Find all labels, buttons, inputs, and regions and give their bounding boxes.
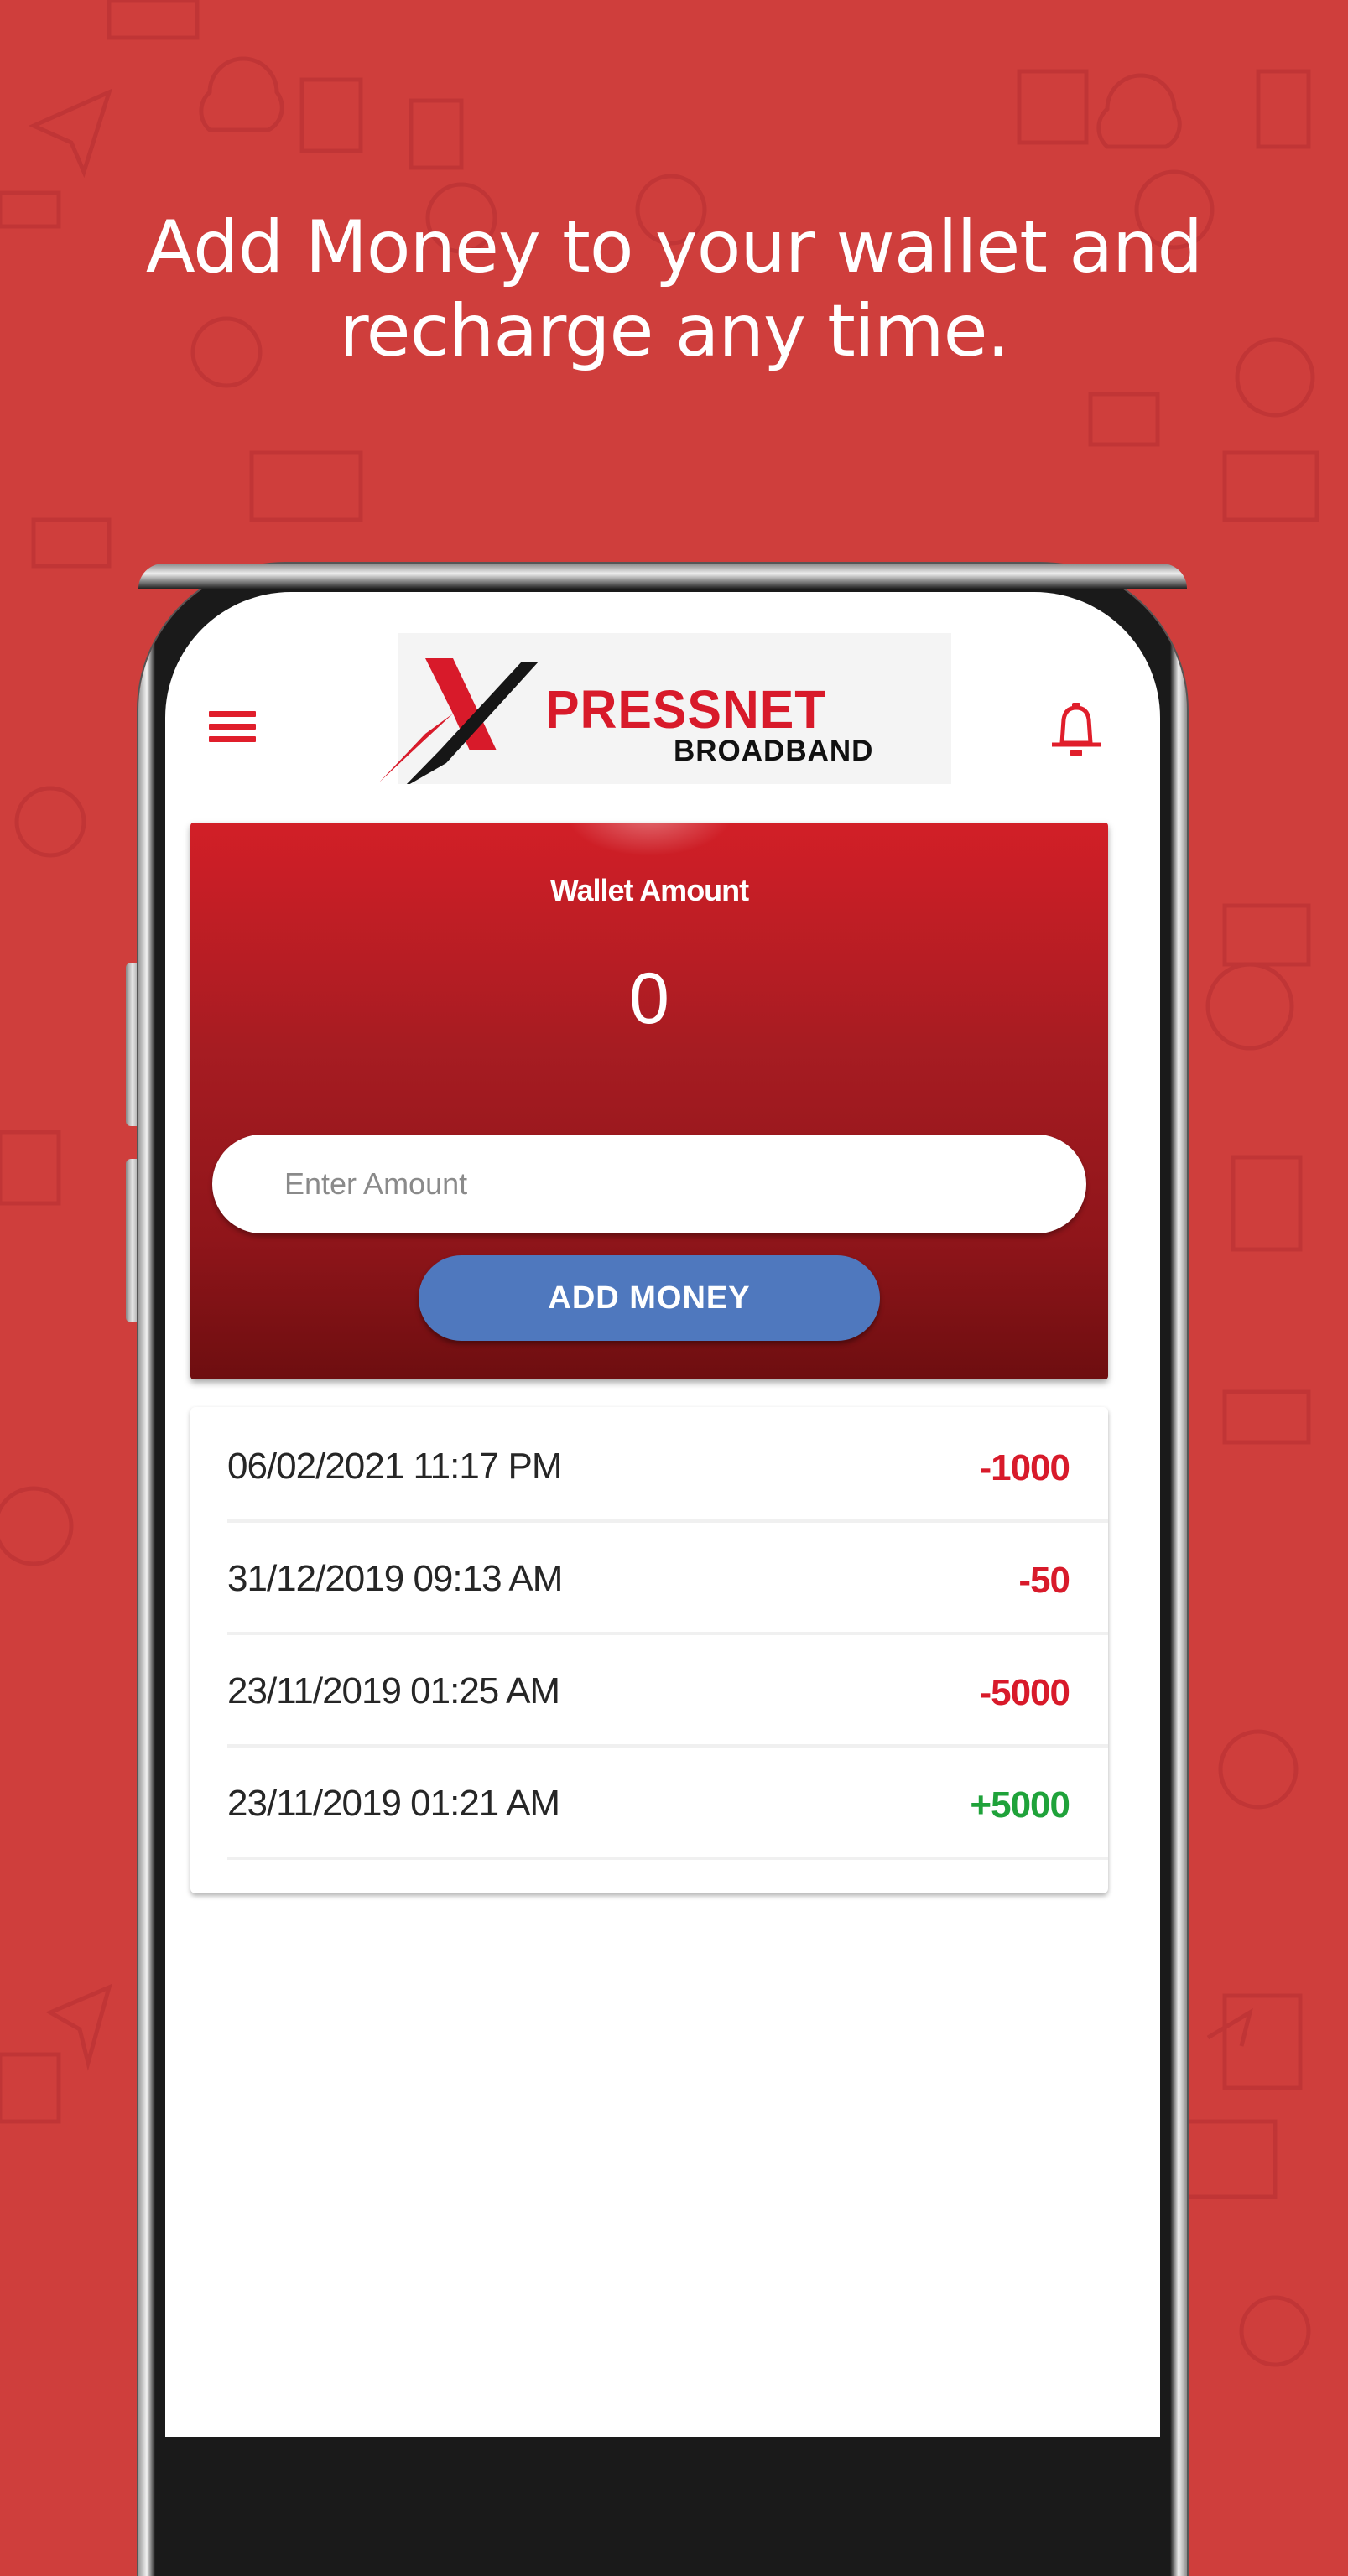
promo-headline: Add Money to your wallet and recharge an… <box>0 205 1348 373</box>
phone-volume-up-button <box>126 963 139 1126</box>
notifications-button[interactable] <box>1049 699 1104 763</box>
headline-line-1: Add Money to your wallet and <box>145 205 1203 289</box>
add-money-button[interactable]: ADD MONEY <box>419 1255 880 1341</box>
transaction-row[interactable]: 06/02/2021 11:17 PM -1000 <box>227 1407 1108 1523</box>
transaction-amount: -5000 <box>979 1672 1070 1713</box>
bell-icon <box>1052 703 1101 756</box>
wallet-amount-label: Wallet Amount <box>549 873 749 907</box>
transaction-amount: +5000 <box>970 1784 1070 1826</box>
transaction-amount: -1000 <box>979 1447 1070 1488</box>
enter-amount-input[interactable] <box>212 1135 1086 1233</box>
transaction-datetime: 06/02/2021 11:17 PM <box>227 1446 563 1487</box>
app-screen: PRESSNET BROADBAND Wallet Amount 0 ADD M… <box>165 592 1160 2437</box>
transaction-datetime: 31/12/2019 09:13 AM <box>227 1558 563 1599</box>
headline-line-2: recharge any time. <box>339 289 1010 373</box>
phone-volume-down-button <box>126 1159 139 1322</box>
transaction-amount: -50 <box>1018 1560 1070 1601</box>
wallet-balance: 0 <box>629 958 669 1039</box>
hamburger-menu-button[interactable] <box>209 711 256 748</box>
transaction-datetime: 23/11/2019 01:21 AM <box>227 1783 560 1824</box>
xpressnet-logo: PRESSNET BROADBAND <box>379 633 951 784</box>
transaction-row[interactable]: 31/12/2019 09:13 AM -50 <box>227 1519 1108 1635</box>
transaction-row[interactable]: 23/11/2019 01:25 AM -5000 <box>227 1632 1108 1748</box>
transactions-list: 06/02/2021 11:17 PM -1000 31/12/2019 09:… <box>190 1407 1108 1893</box>
logo-x-mark-icon <box>379 658 539 784</box>
wallet-card: Wallet Amount 0 ADD MONEY <box>190 823 1108 1379</box>
logo-subtitle: BROADBAND <box>674 735 874 767</box>
transaction-datetime: 23/11/2019 01:25 AM <box>227 1670 560 1711</box>
logo-wordmark: PRESSNET <box>545 679 827 740</box>
transaction-row[interactable]: 23/11/2019 01:21 AM +5000 <box>227 1744 1108 1860</box>
